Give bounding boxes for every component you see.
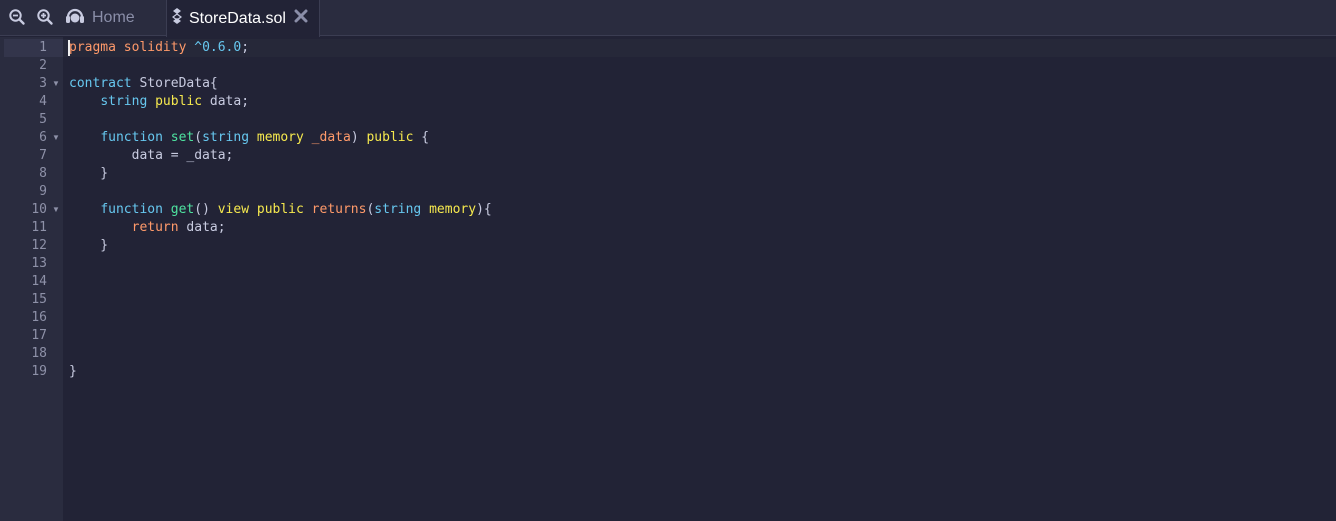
- code-editor[interactable]: 1 2 3 ▼ 4 5 6 ▼ 7 8 9 10 ▼ 11 12 13 14 15 16 17 18 19 pragma …: [0, 37, 1336, 521]
- code-token: get: [170, 202, 195, 217]
- line-number: 7: [39, 148, 47, 163]
- code-token: function: [100, 130, 163, 145]
- code-token: function: [100, 202, 163, 217]
- tab-home-label: Home: [92, 9, 135, 26]
- code-token: public: [366, 130, 414, 145]
- code-token: contract: [69, 76, 132, 91]
- code-token: memory: [256, 130, 304, 145]
- tab-home[interactable]: Home: [62, 0, 166, 36]
- line-number: 4: [39, 94, 47, 109]
- code-token: pragma: [69, 40, 116, 55]
- line-number: 14: [31, 274, 47, 289]
- line-number: 6: [39, 130, 47, 145]
- fold-toggle-icon[interactable]: ▼: [52, 75, 60, 93]
- code-token: }: [69, 166, 109, 181]
- code-token: _data: [311, 130, 351, 145]
- code-token: ){: [476, 202, 492, 217]
- line-number: 10: [31, 202, 47, 217]
- code-token: data = _data;: [69, 148, 234, 163]
- code-token: (: [194, 130, 203, 145]
- code-token: solidity: [123, 40, 187, 55]
- close-icon[interactable]: [294, 9, 308, 28]
- fold-toggle-icon[interactable]: ▼: [52, 201, 60, 219]
- code-token: {: [413, 130, 430, 145]
- code-token: memory: [429, 202, 477, 217]
- code-token: string: [202, 130, 250, 145]
- tab-file-label: StoreData.sol: [189, 9, 286, 27]
- code-line[interactable]: }: [69, 237, 108, 255]
- code-line[interactable]: function set(string memory _data) public…: [69, 129, 429, 147]
- code-token: view: [217, 202, 250, 217]
- code-token: ^0.6.0: [194, 40, 242, 55]
- code-token: string: [374, 202, 422, 217]
- remix-logo-icon: [64, 6, 86, 31]
- code-token: ): [350, 130, 367, 145]
- line-number: 5: [39, 112, 47, 127]
- line-number: 15: [31, 292, 47, 307]
- code-line[interactable]: pragma solidity ^0.6.0;: [69, 39, 249, 57]
- code-token: public: [155, 94, 203, 109]
- code-token: StoreData{: [131, 76, 218, 91]
- line-number: 13: [31, 256, 47, 271]
- editor-tab-bar: Home StoreData.sol: [0, 0, 1336, 37]
- active-line-highlight: [63, 39, 1336, 57]
- code-token: (): [194, 202, 218, 217]
- code-token: }: [69, 364, 77, 379]
- code-token: set: [170, 130, 195, 145]
- code-line[interactable]: }: [69, 165, 108, 183]
- line-number: 16: [31, 310, 47, 325]
- line-number: 19: [31, 364, 47, 379]
- code-line[interactable]: }: [69, 363, 77, 381]
- code-line[interactable]: contract StoreData{: [69, 75, 218, 93]
- code-line[interactable]: return data;: [69, 219, 226, 237]
- text-cursor: [68, 40, 70, 56]
- code-line[interactable]: data = _data;: [69, 147, 234, 165]
- line-number: 8: [39, 166, 47, 181]
- line-number: 12: [31, 238, 47, 253]
- line-number-gutter: 1 2 3 ▼ 4 5 6 ▼ 7 8 9 10 ▼ 11 12 13 14 15 16 17 18 19: [0, 37, 63, 521]
- line-number: 9: [39, 184, 47, 199]
- code-token: public: [256, 202, 304, 217]
- zoom-in-icon[interactable]: [36, 8, 54, 26]
- solidity-file-icon: [171, 7, 183, 30]
- line-number: 2: [39, 58, 47, 73]
- code-token: string: [100, 94, 148, 109]
- code-token: ;: [241, 40, 250, 55]
- code-line[interactable]: string public data;: [69, 93, 249, 111]
- code-token: data;: [202, 94, 250, 109]
- code-token: returns: [311, 202, 367, 217]
- line-number: 1: [39, 40, 47, 55]
- fold-toggle-icon[interactable]: ▼: [52, 129, 60, 147]
- code-token: }: [69, 238, 109, 253]
- code-line[interactable]: function get() view public returns(strin…: [69, 201, 492, 219]
- line-number: 17: [31, 328, 47, 343]
- zoom-out-icon[interactable]: [8, 8, 26, 26]
- tab-storedata-sol[interactable]: StoreData.sol: [166, 0, 320, 37]
- line-number: 18: [31, 346, 47, 361]
- code-token: data;: [178, 220, 226, 235]
- line-number: 11: [31, 220, 47, 235]
- code-token: return: [131, 220, 179, 235]
- line-number: 3: [39, 76, 47, 91]
